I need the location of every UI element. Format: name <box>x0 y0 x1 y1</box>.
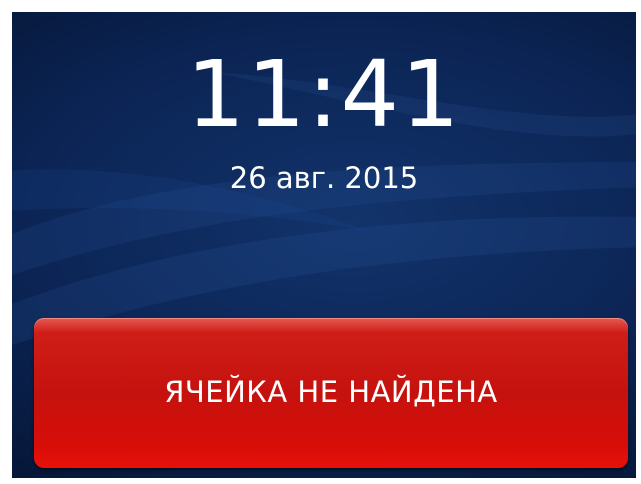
clock-date: 26 авг. 2015 <box>229 161 419 195</box>
cell-not-found-label: ЯЧЕЙКА НЕ НАЙДЕНА <box>164 375 498 409</box>
lock-screen: 11:41 26 авг. 2015 ЯЧЕЙКА НЕ НАЙДЕНА <box>12 12 636 478</box>
clock-time: 11:41 <box>186 41 462 148</box>
cell-not-found-button[interactable]: ЯЧЕЙКА НЕ НАЙДЕНА <box>34 318 628 468</box>
device-frame: 11:41 26 авг. 2015 ЯЧЕЙКА НЕ НАЙДЕНА <box>0 0 641 484</box>
